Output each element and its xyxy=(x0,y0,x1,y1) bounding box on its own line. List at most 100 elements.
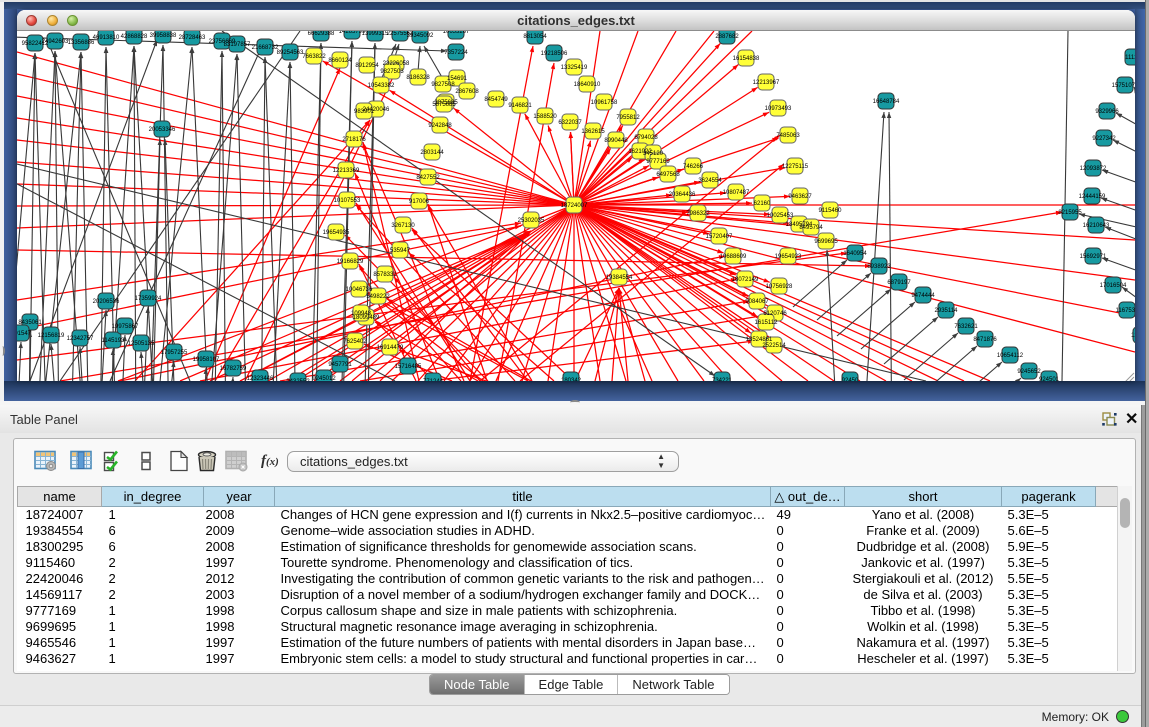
svg-text:746266: 746266 xyxy=(683,164,704,170)
svg-text:8990448: 8990448 xyxy=(604,138,628,144)
svg-text:10654112: 10654112 xyxy=(997,353,1024,359)
svg-text:535947: 535947 xyxy=(390,248,411,254)
svg-text:9457791: 9457791 xyxy=(328,362,352,368)
svg-text:8427552: 8427552 xyxy=(416,175,440,181)
svg-text:7955812: 7955812 xyxy=(616,115,640,121)
svg-text:28728463: 28728463 xyxy=(179,35,206,41)
svg-text:9699695: 9699695 xyxy=(814,239,838,245)
svg-text:24942603: 24942603 xyxy=(42,39,69,45)
svg-text:6322037: 6322037 xyxy=(558,120,582,126)
svg-text:12093872: 12093872 xyxy=(1080,166,1107,172)
svg-text:9827503: 9827503 xyxy=(380,69,404,75)
svg-text:17016504: 17016504 xyxy=(1100,283,1127,289)
svg-text:12213967: 12213967 xyxy=(753,80,780,86)
svg-text:2803144: 2803144 xyxy=(420,150,444,156)
svg-text:12156819: 12156819 xyxy=(38,333,65,339)
svg-text:8938923: 8938923 xyxy=(867,264,891,270)
svg-text:9242848: 9242848 xyxy=(428,123,452,129)
svg-text:8215955: 8215955 xyxy=(1058,210,1082,216)
svg-text:21668732: 21668732 xyxy=(252,45,279,51)
svg-text:7632621: 7632621 xyxy=(954,324,978,330)
svg-text:9146821: 9146821 xyxy=(508,103,532,109)
svg-text:6497568: 6497568 xyxy=(656,172,680,178)
svg-text:16914479: 16914479 xyxy=(377,345,404,351)
svg-text:19654923: 19654923 xyxy=(775,254,802,260)
svg-text:6120746: 6120746 xyxy=(763,311,787,317)
svg-text:8471876: 8471876 xyxy=(973,337,997,343)
svg-text:23226058: 23226058 xyxy=(383,61,410,67)
svg-text:9227342: 9227342 xyxy=(1092,136,1116,142)
svg-text:39958838: 39958838 xyxy=(150,33,177,39)
svg-text:12505135: 12505135 xyxy=(128,341,155,347)
svg-text:2867608: 2867608 xyxy=(455,89,479,95)
svg-text:19958107: 19958107 xyxy=(193,357,220,363)
svg-text:15751074: 15751074 xyxy=(1112,83,1135,89)
svg-text:5875685: 5875685 xyxy=(432,102,456,108)
svg-text:18724007: 18724007 xyxy=(561,203,588,209)
svg-text:16154838: 16154838 xyxy=(733,56,760,62)
svg-text:8186328: 8186328 xyxy=(406,75,430,81)
svg-text:15692971: 15692971 xyxy=(1080,254,1107,260)
svg-text:11124: 11124 xyxy=(1125,55,1135,61)
svg-text:9777169: 9777169 xyxy=(646,159,670,165)
svg-text:1167534: 1167534 xyxy=(1116,308,1135,314)
svg-text:9329966: 9329966 xyxy=(1095,109,1119,115)
svg-text:20053346: 20053346 xyxy=(149,127,176,133)
svg-text:46913810: 46913810 xyxy=(93,35,120,41)
svg-text:2522514: 2522514 xyxy=(762,343,786,349)
svg-text:66629388: 66629388 xyxy=(308,31,335,37)
svg-text:12323446: 12323446 xyxy=(247,376,274,381)
svg-text:13356886: 13356886 xyxy=(68,40,95,46)
svg-text:2935114: 2935114 xyxy=(935,308,959,314)
svg-text:391547: 391547 xyxy=(17,331,32,337)
svg-text:6794028: 6794028 xyxy=(634,135,658,141)
svg-text:180342: 180342 xyxy=(561,378,582,381)
svg-text:83197857: 83197857 xyxy=(224,42,251,48)
svg-text:120463: 120463 xyxy=(1131,333,1135,339)
svg-text:5498222: 5498222 xyxy=(366,294,390,300)
svg-text:19166829: 19166829 xyxy=(337,259,364,265)
svg-text:12275115: 12275115 xyxy=(782,164,809,170)
svg-text:8660124: 8660124 xyxy=(328,58,352,64)
svg-text:19975867: 19975867 xyxy=(112,324,139,330)
svg-text:10961758: 10961758 xyxy=(591,100,618,106)
svg-text:1362615: 1362615 xyxy=(581,129,605,135)
svg-text:345120: 345120 xyxy=(643,151,664,157)
svg-text:10025453: 10025453 xyxy=(767,213,794,219)
svg-text:10107553: 10107553 xyxy=(334,198,361,204)
svg-text:734221: 734221 xyxy=(712,378,733,381)
svg-text:17957255: 17957255 xyxy=(161,350,188,356)
svg-text:18640910: 18640910 xyxy=(574,82,601,88)
svg-text:2887682: 2887682 xyxy=(715,34,739,40)
svg-text:19384554: 19384554 xyxy=(606,275,633,281)
svg-text:10973493: 10973493 xyxy=(765,106,792,112)
svg-text:7625402: 7625402 xyxy=(343,339,367,345)
svg-text:1588520: 1588520 xyxy=(533,114,557,120)
svg-text:12342757: 12342757 xyxy=(67,336,94,342)
svg-text:20206536: 20206536 xyxy=(93,299,120,305)
svg-text:13325419: 13325419 xyxy=(561,65,588,71)
svg-text:10756928: 10756928 xyxy=(766,284,793,290)
svg-text:16210643: 16210643 xyxy=(1083,223,1110,229)
svg-text:19218506: 19218506 xyxy=(541,51,568,57)
svg-text:12444159: 12444159 xyxy=(1079,194,1106,200)
svg-text:20364436: 20364436 xyxy=(669,192,696,198)
svg-text:3624554: 3624554 xyxy=(698,178,722,184)
svg-text:924501: 924501 xyxy=(1039,377,1060,381)
svg-text:917006: 917006 xyxy=(409,199,430,205)
svg-text:9474444: 9474444 xyxy=(911,293,935,299)
svg-text:7663822: 7663822 xyxy=(302,54,326,60)
svg-text:9084067: 9084067 xyxy=(745,299,769,305)
svg-text:9115460: 9115460 xyxy=(819,208,843,214)
svg-text:89254563: 89254563 xyxy=(277,50,304,56)
svg-text:9463627: 9463627 xyxy=(788,194,812,200)
svg-text:18072149: 18072149 xyxy=(732,277,759,283)
svg-text:17359924: 17359924 xyxy=(135,296,162,302)
svg-text:25302035: 25302035 xyxy=(518,218,545,224)
svg-text:10688609: 10688609 xyxy=(720,254,747,260)
svg-text:109948: 109948 xyxy=(351,311,372,317)
svg-text:1615112: 1615112 xyxy=(755,320,779,326)
svg-text:8495794: 8495794 xyxy=(799,225,823,231)
svg-text:7357224: 7357224 xyxy=(444,50,468,56)
svg-text:983901: 983901 xyxy=(354,109,375,115)
